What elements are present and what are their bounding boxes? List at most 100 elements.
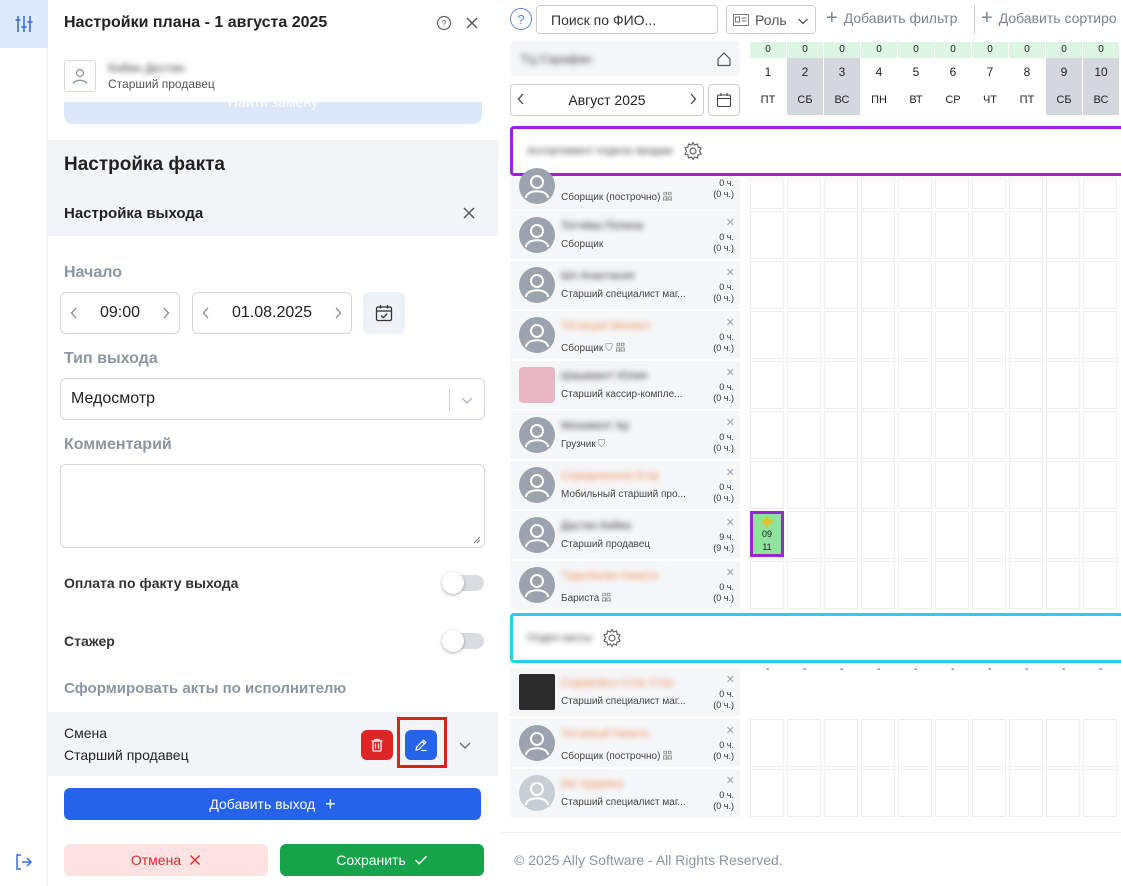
schedule-cell[interactable] <box>861 311 895 359</box>
schedule-cell[interactable] <box>935 511 969 559</box>
remove-employee-icon[interactable]: ✕ <box>726 466 735 479</box>
schedule-cell[interactable] <box>1009 211 1043 259</box>
schedule-cell[interactable] <box>787 511 821 559</box>
schedule-cell[interactable] <box>824 561 858 609</box>
employee-row[interactable]: Сидоровых Стас Стас Старший специалист ма… <box>510 668 740 716</box>
employee-row[interactable]: Шашмангт Юлия Старший кассир-компле... 0 ч… <box>510 361 740 409</box>
employee-row[interactable]: Тадыбалин Никита Бариста 㗊 0 ч. (0 ч.) ✕ <box>510 561 740 609</box>
schedule-cell[interactable] <box>824 511 858 559</box>
schedule-cell[interactable] <box>972 511 1006 559</box>
schedule-cell[interactable] <box>1083 411 1117 459</box>
schedule-cell[interactable] <box>824 461 858 509</box>
schedule-cell[interactable] <box>824 361 858 409</box>
schedule-cell[interactable] <box>861 178 895 209</box>
schedule-cell[interactable] <box>898 719 932 767</box>
schedule-cell[interactable] <box>861 719 895 767</box>
schedule-cell[interactable] <box>972 211 1006 259</box>
trainee-toggle[interactable] <box>442 630 484 652</box>
schedule-cell[interactable] <box>1046 461 1080 509</box>
employee-row[interactable]: Дастин Кейин Старший продавец 9 ч. (9 ч.) ✕ <box>510 511 740 559</box>
schedule-cell[interactable] <box>1009 311 1043 359</box>
start-date-stepper[interactable]: 01.08.2025 <box>192 292 352 334</box>
schedule-cell[interactable] <box>898 261 932 309</box>
schedule-cell[interactable] <box>1009 411 1043 459</box>
home-button[interactable] <box>716 51 732 72</box>
schedule-cell[interactable] <box>787 769 821 817</box>
chevron-right-icon[interactable] <box>333 306 343 320</box>
schedule-cell[interactable] <box>1009 561 1043 609</box>
schedule-cell[interactable] <box>750 411 784 459</box>
schedule-cell[interactable] <box>1083 311 1117 359</box>
remove-employee-icon[interactable]: ✕ <box>726 216 735 229</box>
schedule-cell[interactable] <box>1083 511 1117 559</box>
remove-employee-icon[interactable]: ✕ <box>726 724 735 737</box>
schedule-cell[interactable] <box>750 261 784 309</box>
schedule-cell[interactable] <box>1083 178 1117 209</box>
schedule-cell[interactable] <box>1046 211 1080 259</box>
schedule-cell[interactable] <box>1046 561 1080 609</box>
schedule-cell[interactable] <box>898 311 932 359</box>
schedule-cell[interactable] <box>972 411 1006 459</box>
schedule-cell[interactable] <box>750 211 784 259</box>
schedule-help-button[interactable]: ? <box>510 8 532 30</box>
schedule-cell[interactable] <box>1009 511 1043 559</box>
schedule-cell[interactable] <box>972 361 1006 409</box>
schedule-cell[interactable] <box>935 461 969 509</box>
schedule-cell[interactable] <box>861 561 895 609</box>
schedule-cell[interactable] <box>861 261 895 309</box>
schedule-cell[interactable] <box>787 311 821 359</box>
schedule-cell[interactable] <box>750 719 784 767</box>
search-input[interactable]: Поиск по ФИО... <box>536 5 718 34</box>
add-filter-button[interactable]: + Добавить фильтр <box>826 8 957 28</box>
employee-row[interactable]: Павлов АртёмСборщик (построчно)㗊0 ч.(0 ч… <box>510 168 740 210</box>
schedule-cell[interactable] <box>861 511 895 559</box>
expand-shift-button[interactable] <box>458 738 472 757</box>
schedule-cell[interactable] <box>1083 261 1117 309</box>
schedule-cell[interactable] <box>1046 719 1080 767</box>
store-filter[interactable]: ТЦ Сарафан <box>510 42 740 76</box>
schedule-cell[interactable] <box>972 561 1006 609</box>
schedule-cell[interactable] <box>824 178 858 209</box>
schedule-cell[interactable] <box>787 211 821 259</box>
prev-month-button[interactable] <box>517 92 525 108</box>
remove-employee-icon[interactable]: ✕ <box>726 566 735 579</box>
schedule-cell[interactable] <box>1046 311 1080 359</box>
schedule-cell[interactable] <box>898 511 932 559</box>
schedule-cell[interactable] <box>750 461 784 509</box>
remove-employee-icon[interactable]: ✕ <box>726 774 735 787</box>
date-picker-button[interactable] <box>363 292 405 334</box>
add-sort-button[interactable]: + Добавить сортиро <box>981 8 1117 28</box>
remove-employee-icon[interactable]: ✕ <box>726 366 735 379</box>
panel-close-button[interactable] <box>462 13 482 33</box>
cancel-button[interactable]: Отмена <box>64 844 268 876</box>
schedule-cell[interactable] <box>787 261 821 309</box>
schedule-cell[interactable] <box>972 769 1006 817</box>
role-filter-dropdown[interactable]: Роль <box>726 5 816 34</box>
group-1-settings-button[interactable] <box>683 141 703 161</box>
schedule-cell[interactable] <box>750 311 784 359</box>
employee-row[interactable]: Тетчёва Полина Сборщик 0 ч. (0 ч.) ✕ <box>510 211 740 259</box>
schedule-cell[interactable] <box>1009 178 1043 209</box>
schedule-cell[interactable] <box>898 411 932 459</box>
schedule-cell[interactable] <box>972 719 1006 767</box>
pay-by-fact-toggle[interactable] <box>442 572 484 594</box>
schedule-cell[interactable] <box>824 769 858 817</box>
month-calendar-button[interactable] <box>708 84 740 116</box>
schedule-cell[interactable] <box>1046 261 1080 309</box>
remove-employee-icon[interactable]: ✕ <box>726 416 735 429</box>
schedule-cell[interactable] <box>861 211 895 259</box>
schedule-cell[interactable] <box>750 769 784 817</box>
schedule-cell[interactable] <box>750 178 784 209</box>
schedule-cell[interactable] <box>935 211 969 259</box>
schedule-cell[interactable] <box>787 461 821 509</box>
schedule-cell[interactable] <box>824 719 858 767</box>
remove-employee-icon[interactable]: ✕ <box>726 516 735 529</box>
schedule-cell[interactable] <box>1046 769 1080 817</box>
next-month-button[interactable] <box>689 92 697 108</box>
schedule-cell[interactable] <box>824 261 858 309</box>
schedule-cell[interactable] <box>935 411 969 459</box>
schedule-cell[interactable] <box>1046 411 1080 459</box>
delete-shift-button[interactable] <box>361 730 393 760</box>
employee-row[interactable]: Ми Ударина Старший специалист маг... 0 ч.(… <box>510 769 740 817</box>
schedule-cell[interactable] <box>824 211 858 259</box>
